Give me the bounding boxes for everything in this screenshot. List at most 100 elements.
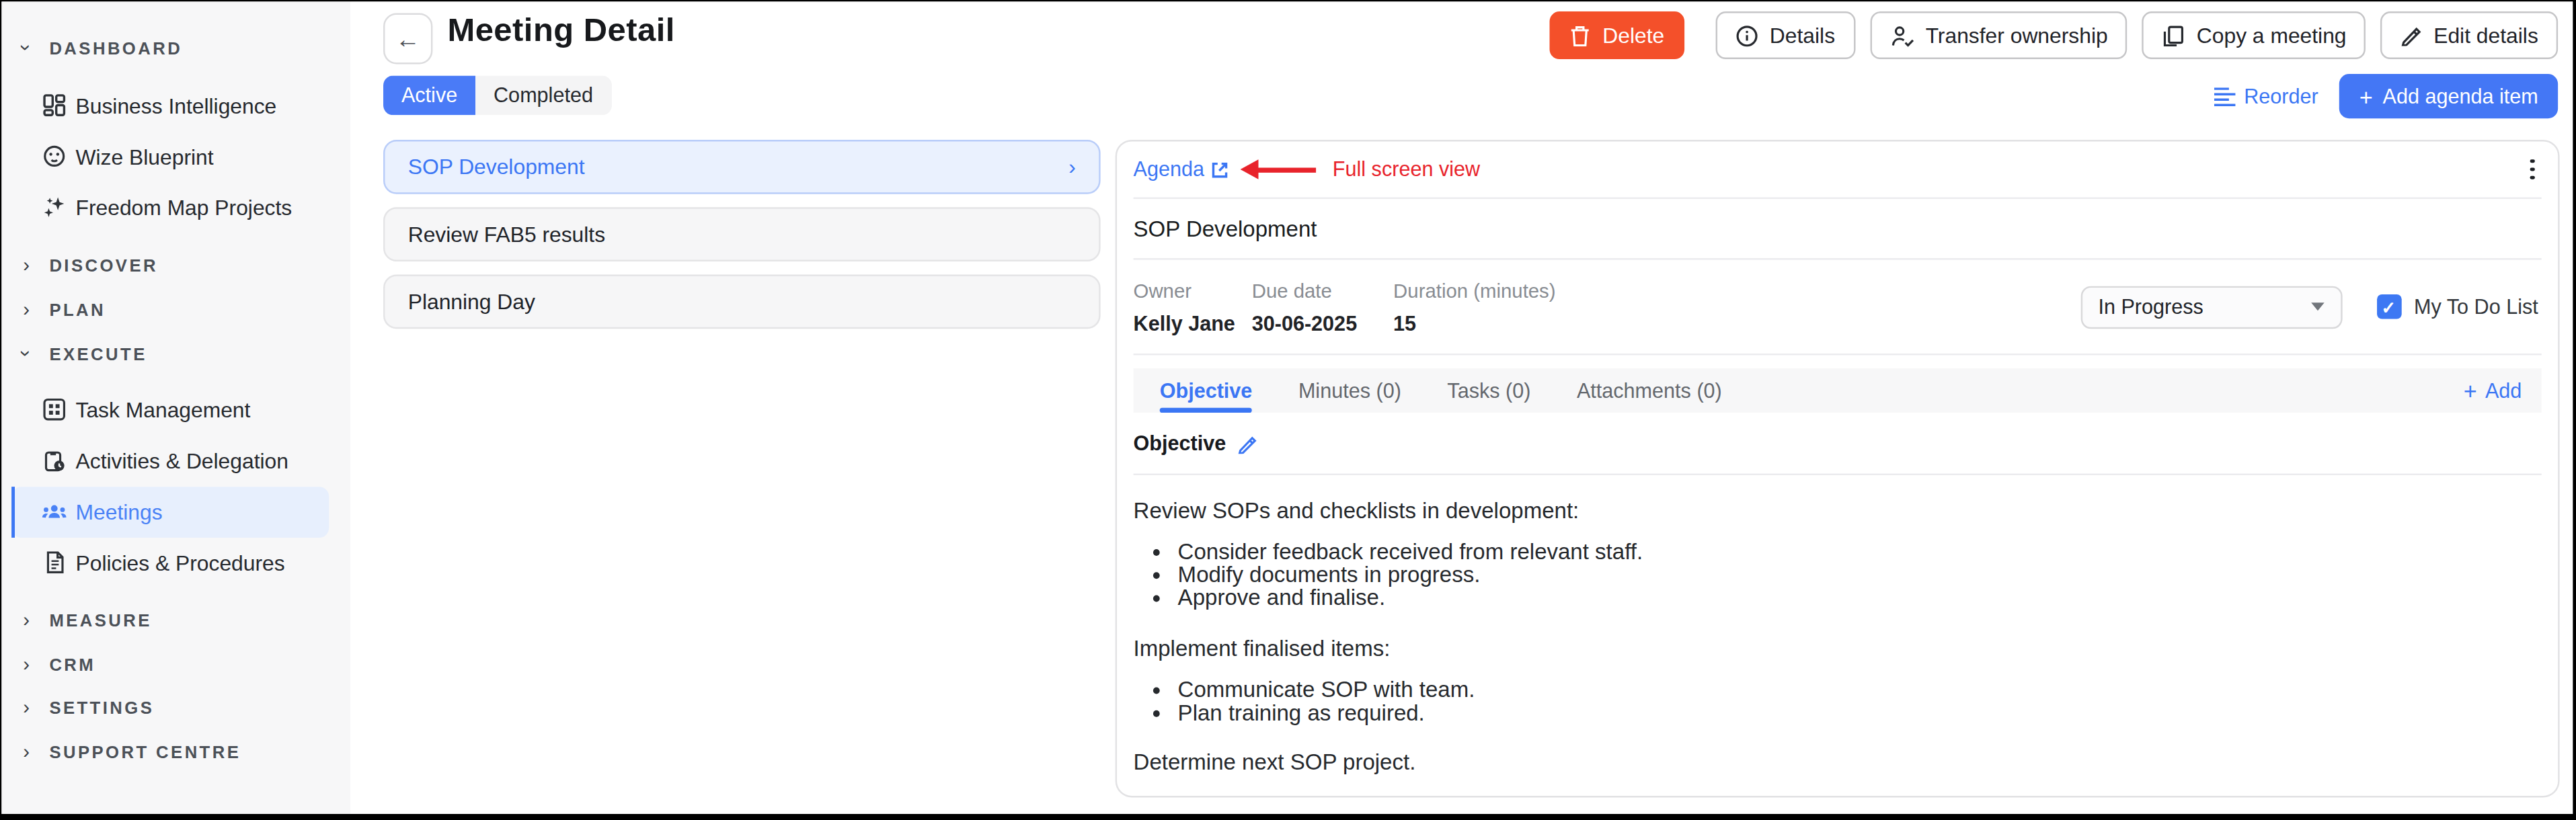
agenda-fullscreen-link[interactable]: Agenda [1134, 158, 1229, 181]
sidebar-section-label: SUPPORT CENTRE [49, 741, 241, 761]
page-title: Meeting Detail [447, 11, 675, 49]
sidebar-item-wize-blueprint[interactable]: Wize Blueprint [41, 138, 213, 174]
sidebar-section-execute[interactable]: › EXECUTE [18, 335, 147, 372]
chevron-right-icon: › [18, 608, 34, 631]
edit-details-button[interactable]: Edit details [2381, 11, 2558, 59]
reorder-link[interactable]: Reorder [2214, 85, 2318, 108]
sidebar-item-label: Wize Blueprint [76, 144, 214, 169]
paragraph: Implement finalised items: [1134, 636, 2542, 661]
sidebar-item-business-intelligence[interactable]: Business Intelligence [41, 87, 276, 124]
agenda-list-item-review-fab5[interactable]: Review FAB5 results [383, 207, 1101, 261]
plus-icon: + [2359, 83, 2373, 110]
sidebar-item-freedom-map-projects[interactable]: Freedom Map Projects [41, 189, 292, 225]
paragraph: Review SOPs and checklists in developmen… [1134, 498, 2542, 523]
tab-completed[interactable]: Completed [475, 76, 611, 116]
add-agenda-item-button[interactable]: + Add agenda item [2340, 74, 2559, 118]
detail-tabs: Objective Minutes (0) Tasks (0) Attachme… [1134, 368, 2542, 413]
sidebar-section-support-centre[interactable]: › SUPPORT CENTRE [18, 733, 241, 770]
my-todo-label: My To Do List [2414, 295, 2538, 318]
bullet-list: Communicate SOP with team. Plan training… [1134, 678, 2542, 725]
person-check-icon [1889, 24, 1914, 46]
sidebar-item-label: Freedom Map Projects [76, 195, 292, 220]
sidebar: › DASHBOARD Business Intelligence Wize B… [1, 1, 350, 814]
checkbox-checked[interactable]: ✓ [2376, 294, 2401, 319]
tab-minutes[interactable]: Minutes (0) [1276, 368, 1424, 413]
my-todo-checkbox-row: ✓ My To Do List [2376, 294, 2538, 319]
bullet-item: Consider feedback received from relevant… [1178, 541, 2542, 565]
people-icon [41, 500, 67, 523]
sidebar-section-label: DASHBOARD [49, 38, 182, 57]
sidebar-item-meetings[interactable]: Meetings [41, 493, 162, 530]
sidebar-section-measure[interactable]: › MEASURE [18, 602, 152, 638]
sidebar-section-discover[interactable]: › DISCOVER [18, 247, 158, 283]
back-arrow-icon: ← [395, 25, 420, 53]
sidebar-item-task-management[interactable]: Task Management [41, 391, 250, 427]
annotation: Full screen view [1241, 158, 1480, 181]
sidebar-section-crm[interactable]: › CRM [18, 646, 95, 682]
sidebar-item-label: Business Intelligence [76, 93, 277, 118]
task-grid-icon [41, 398, 67, 421]
tab-objective[interactable]: Objective [1136, 368, 1275, 413]
trash-icon [1569, 24, 1591, 46]
agenda-item-title: SOP Development [1117, 199, 2558, 258]
objective-content: Review SOPs and checklists in developmen… [1117, 475, 2558, 774]
details-button[interactable]: Details [1715, 11, 1855, 59]
back-button[interactable]: ← [383, 13, 432, 65]
due-date-label: Due date [1252, 279, 1367, 302]
sidebar-item-label: Activities & Delegation [76, 448, 288, 473]
clipboard-clock-icon [41, 449, 67, 472]
external-link-icon [1211, 161, 1229, 179]
bullet-list: Consider feedback received from relevant… [1134, 541, 2542, 611]
owner-value: Kelly Jane [1134, 312, 1226, 335]
due-date-value: 30-06-2025 [1252, 312, 1367, 335]
sidebar-item-label: Policies & Procedures [76, 550, 285, 575]
copy-meeting-button[interactable]: Copy a meeting [2142, 11, 2366, 59]
duration-value: 15 [1393, 312, 1555, 335]
chevron-down-icon: › [15, 345, 38, 362]
bullet-item: Communicate SOP with team. [1178, 678, 2542, 702]
view-toggle: Active Completed [383, 76, 611, 116]
sidebar-item-label: Meetings [76, 499, 163, 524]
face-icon [41, 145, 67, 167]
dropdown-caret-icon [2310, 302, 2324, 311]
sidebar-section-label: MEASURE [49, 610, 151, 630]
bullet-item: Modify documents in progress. [1178, 565, 2542, 588]
chevron-down-icon: › [15, 40, 38, 56]
chevron-right-icon: › [18, 253, 34, 276]
kebab-menu-icon[interactable] [2528, 156, 2538, 183]
sparkles-icon [41, 196, 67, 218]
annotation-text: Full screen view [1333, 158, 1480, 181]
chevron-right-icon: › [18, 696, 34, 719]
chevron-right-icon: › [1068, 155, 1076, 179]
transfer-ownership-button[interactable]: Transfer ownership [1869, 11, 2128, 59]
red-arrow-icon [1241, 159, 1317, 179]
sidebar-item-label: Task Management [76, 397, 251, 422]
paragraph: Determine next SOP project. [1134, 750, 2542, 775]
agenda-list-item-planning-day[interactable]: Planning Day [383, 275, 1101, 329]
main-content: ← Meeting Detail Delete Details Transfe [350, 1, 2573, 814]
grid-icon [41, 93, 67, 116]
tab-attachments[interactable]: Attachments (0) [1554, 368, 1745, 413]
sidebar-section-dashboard[interactable]: › DASHBOARD [18, 30, 182, 66]
sidebar-section-plan[interactable]: › PLAN [18, 291, 106, 327]
reorder-icon [2214, 86, 2236, 106]
edit-pencil-icon[interactable] [1237, 434, 1257, 454]
sidebar-section-label: PLAN [49, 299, 106, 319]
sidebar-item-policies-procedures[interactable]: Policies & Procedures [41, 544, 284, 581]
sidebar-item-activities-delegation[interactable]: Activities & Delegation [41, 442, 288, 479]
agenda-list-item-sop-development[interactable]: SOP Development › [383, 140, 1101, 194]
sidebar-selected-bar [11, 487, 15, 538]
delete-button[interactable]: Delete [1550, 11, 1684, 59]
meeting-detail-page: › DASHBOARD Business Intelligence Wize B… [0, 0, 2576, 820]
sidebar-section-label: EXECUTE [49, 343, 147, 363]
divider [1134, 354, 2542, 355]
tab-active[interactable]: Active [383, 76, 475, 116]
sidebar-section-label: CRM [49, 655, 95, 674]
tab-tasks[interactable]: Tasks (0) [1424, 368, 1554, 413]
sidebar-section-settings[interactable]: › SETTINGS [18, 689, 154, 725]
owner-label: Owner [1134, 279, 1226, 302]
plus-icon: + [2464, 377, 2477, 403]
add-button[interactable]: + Add [2464, 377, 2522, 403]
status-dropdown[interactable]: In Progress [2080, 285, 2341, 328]
sidebar-section-label: SETTINGS [49, 697, 154, 716]
